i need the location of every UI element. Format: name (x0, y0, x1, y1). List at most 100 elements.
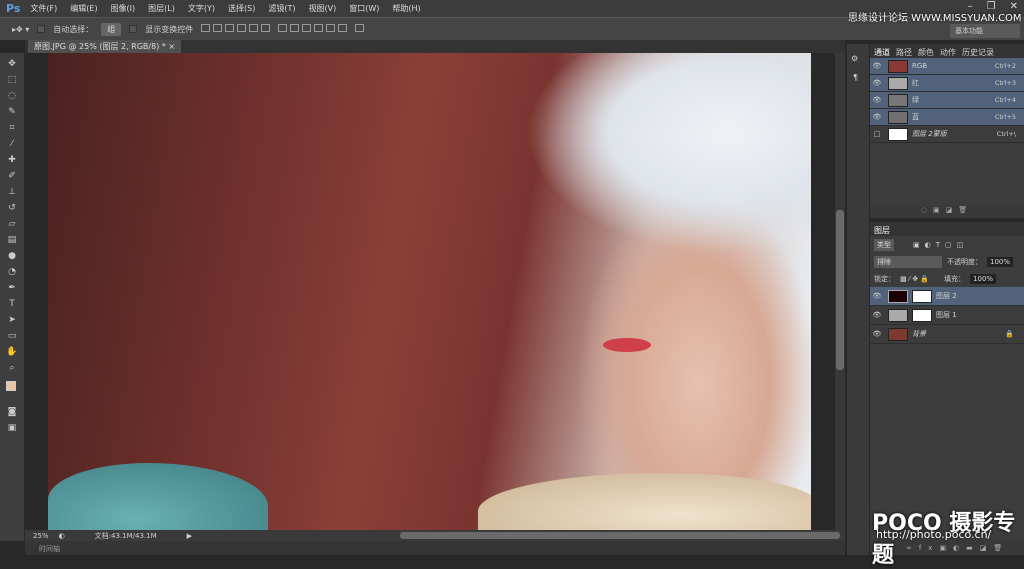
history-brush-icon[interactable]: ↺ (5, 203, 19, 213)
layer-name: 图层 2 (936, 292, 957, 300)
opacity-input[interactable]: 100% (987, 256, 1014, 267)
tab-channels[interactable]: 通道 (874, 47, 890, 57)
menu-edit[interactable]: 编辑(E) (70, 3, 97, 14)
channel-name: 红 (912, 79, 919, 87)
status-menu-arrow-icon[interactable]: ▶ (187, 532, 192, 540)
menu-layer[interactable]: 图层(L) (148, 3, 175, 14)
channel-row-mask[interactable]: □ 图层 2蒙版 Ctrl+\ (870, 126, 1024, 143)
quick-select-tool-icon[interactable]: ✎ (5, 107, 19, 117)
menu-select[interactable]: 选择(S) (228, 3, 255, 14)
lock-label: 锁定： (874, 274, 895, 283)
tab-history[interactable]: 历史记录 (962, 47, 994, 57)
path-select-icon[interactable]: ➤ (5, 315, 19, 325)
horizontal-scroll-thumb[interactable] (400, 532, 840, 539)
right-panels: 通道 路径 颜色 动作 历史记录 👁 RGB Ctrl+2 👁 红 Ctrl+3 👁 绿 C… (870, 44, 1024, 555)
blend-mode-dropdown[interactable]: 排除 (874, 255, 942, 268)
panel-icon-column: ⚙ ¶ (847, 44, 869, 555)
zoom-level[interactable]: 25% (33, 532, 49, 540)
screen-mode-icon[interactable]: ▣ (5, 423, 19, 433)
type-tool-icon[interactable]: T (5, 299, 19, 309)
eye-icon[interactable]: 👁 (870, 330, 884, 338)
status-info-icon[interactable]: ◐ (59, 532, 65, 540)
menu-view[interactable]: 视图(V) (308, 3, 336, 14)
show-transform-checkbox[interactable] (129, 25, 138, 33)
channel-row-red[interactable]: 👁 红 Ctrl+3 (870, 75, 1024, 92)
foreground-color[interactable] (6, 381, 16, 391)
move-tool-icon[interactable]: ✥ (5, 59, 19, 69)
channel-shortcut: Ctrl+5 (994, 113, 1016, 121)
fill-input[interactable]: 100% (970, 273, 997, 284)
dodge-tool-icon[interactable]: ◔ (5, 267, 19, 277)
clone-stamp-icon[interactable]: ⊥ (5, 187, 19, 197)
channel-thumbnail (888, 127, 908, 141)
eye-icon[interactable]: 👁 (870, 62, 884, 70)
fur-region (478, 473, 811, 530)
layer-filter-icons[interactable]: ▣◐T▢◫ (913, 241, 968, 249)
tab-color[interactable]: 颜色 (918, 47, 934, 57)
eye-icon[interactable]: 👁 (870, 79, 884, 87)
tools-panel: ✥ ⬚ ◌ ✎ ⌗ ⁄ ✚ ✐ ⊥ ↺ ▱ ▤ ● ◔ ✒ T ➤ ▭ ✋ ⌕ … (0, 53, 25, 541)
channel-row-rgb[interactable]: 👁 RGB Ctrl+2 (870, 58, 1024, 75)
lock-icons[interactable]: ▩ ⁄ ✥ 🔒 (900, 275, 929, 283)
menu-help[interactable]: 帮助(H) (392, 3, 420, 14)
channel-row-green[interactable]: 👁 绿 Ctrl+4 (870, 92, 1024, 109)
align-icons[interactable] (201, 24, 367, 34)
visibility-checkbox[interactable]: □ (870, 130, 884, 138)
workspace-dropdown[interactable]: 基本功能 (950, 24, 1020, 38)
eye-icon[interactable]: 👁 (870, 311, 884, 319)
crop-tool-icon[interactable]: ⌗ (5, 123, 19, 133)
paragraph-icon[interactable]: ¶ (853, 73, 863, 82)
menu-file[interactable]: 文件(F) (30, 3, 57, 14)
brush-tool-icon[interactable]: ✐ (5, 171, 19, 181)
zoom-tool-icon[interactable]: ⌕ (5, 363, 19, 373)
menu-window[interactable]: 窗口(W) (349, 3, 379, 14)
layers-panel-header: 图层 (870, 222, 1024, 236)
eye-icon[interactable]: 👁 (870, 96, 884, 104)
layer-row-layer1[interactable]: 👁 图层 1 (870, 306, 1024, 325)
shape-tool-icon[interactable]: ▭ (5, 331, 19, 341)
healing-brush-icon[interactable]: ✚ (5, 155, 19, 165)
lasso-tool-icon[interactable]: ◌ (5, 91, 19, 101)
blur-tool-icon[interactable]: ● (5, 251, 19, 261)
menu-type[interactable]: 文字(Y) (188, 3, 215, 14)
menu-image[interactable]: 图像(I) (111, 3, 136, 14)
eyedropper-tool-icon[interactable]: ⁄ (5, 139, 19, 149)
marquee-tool-icon[interactable]: ⬚ (5, 75, 19, 85)
layer-row-layer2[interactable]: 👁 图层 2 (870, 287, 1024, 306)
channel-name: 绿 (912, 96, 919, 104)
poco-url: http://photo.poco.cn/ (876, 528, 992, 541)
tab-close-icon[interactable]: × (168, 42, 175, 51)
hand-tool-icon[interactable]: ✋ (5, 347, 19, 357)
tab-actions[interactable]: 动作 (940, 47, 956, 57)
tab-layers[interactable]: 图层 (874, 225, 890, 235)
gradient-tool-icon[interactable]: ▤ (5, 235, 19, 245)
pen-tool-icon[interactable]: ✒ (5, 283, 19, 293)
eye-icon[interactable]: 👁 (870, 113, 884, 121)
channels-footer-icons[interactable]: ◌▣◪🗑 (870, 206, 1024, 218)
photo-canvas[interactable] (48, 53, 811, 530)
quick-mask-icon[interactable]: ◙ (5, 407, 19, 417)
layer-filter-dropdown[interactable]: 类型 (874, 238, 894, 251)
layer-name: 图层 1 (936, 311, 957, 319)
layer-name: 背景 (912, 330, 926, 338)
auto-select-dropdown[interactable]: 组 (101, 22, 122, 36)
timeline-panel-tab[interactable]: 时间轴 (25, 541, 845, 555)
move-tool-icon[interactable]: ▸✥ ▾ (12, 25, 29, 34)
eye-icon[interactable]: 👁 (870, 292, 884, 300)
layer-mask-thumbnail (912, 289, 932, 303)
channel-shortcut: Ctrl+3 (994, 79, 1016, 87)
show-transform-label: 显示变换控件 (145, 24, 194, 34)
document-tab[interactable]: 原图.JPG @ 25% (图层 2, RGB/8) * × (28, 40, 182, 53)
menu-filter[interactable]: 滤镜(T) (268, 3, 295, 14)
eraser-tool-icon[interactable]: ▱ (5, 219, 19, 229)
tab-paths[interactable]: 路径 (896, 47, 912, 57)
auto-select-checkbox[interactable] (37, 25, 46, 33)
layer-row-background[interactable]: 👁 背景 🔒 (870, 325, 1024, 344)
channel-row-blue[interactable]: 👁 蓝 Ctrl+5 (870, 109, 1024, 126)
color-swatches[interactable] (4, 379, 21, 401)
vertical-scroll-thumb[interactable] (836, 210, 844, 370)
channel-thumbnail (888, 93, 908, 107)
auto-select-label: 自动选择： (53, 24, 94, 34)
opacity-label: 不透明度： (947, 257, 982, 266)
properties-icon[interactable]: ⚙ (851, 54, 865, 63)
